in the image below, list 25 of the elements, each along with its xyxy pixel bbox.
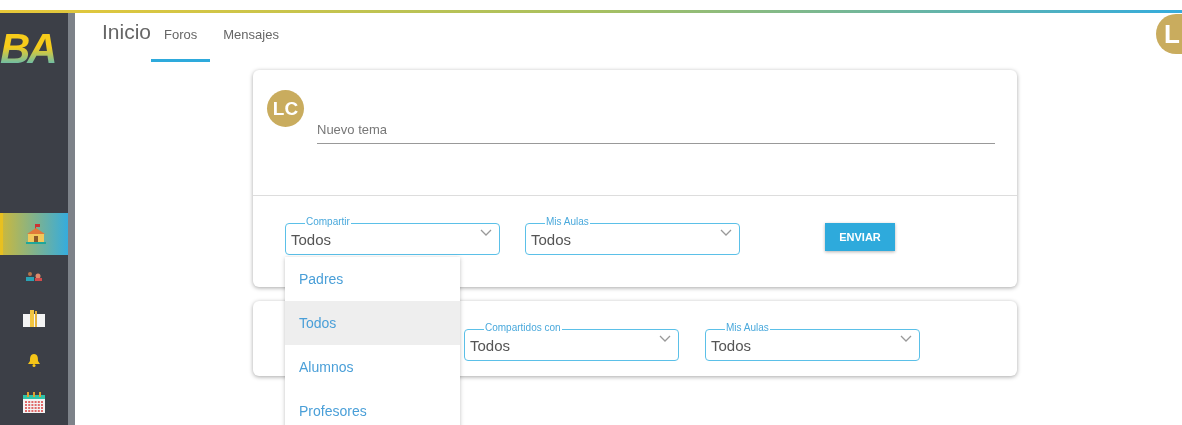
field-label: Compartidos con	[484, 322, 562, 334]
books-icon	[23, 309, 45, 327]
field-label: Compartir	[305, 216, 351, 228]
calendar-icon	[23, 391, 45, 413]
field-label: Mis Aulas	[545, 216, 590, 228]
select-field[interactable]: Compartidos con Todos	[464, 322, 679, 361]
school-icon	[24, 224, 47, 244]
chevron-icon	[480, 229, 492, 237]
select-field[interactable]: Compartir Todos	[285, 216, 500, 255]
chevron-icon	[900, 335, 912, 343]
bell-icon	[27, 353, 41, 367]
select-field[interactable]: Mis Aulas Todos	[705, 322, 920, 361]
page-title: Inicio	[102, 19, 152, 45]
select-value: Todos	[291, 231, 332, 248]
chevron-icon	[659, 335, 671, 343]
select-field[interactable]: Mis Aulas Todos	[525, 216, 740, 255]
tab[interactable]: Mensajes	[210, 13, 292, 62]
select-value: Todos	[470, 337, 511, 354]
avatar: LC	[267, 90, 304, 127]
chevron-icon	[720, 229, 732, 237]
people-icon	[26, 271, 42, 281]
field-label: Mis Aulas	[725, 322, 770, 334]
tab[interactable]: Foros	[151, 13, 211, 62]
select-value: Todos	[711, 337, 752, 354]
select-value: Todos	[531, 231, 572, 248]
